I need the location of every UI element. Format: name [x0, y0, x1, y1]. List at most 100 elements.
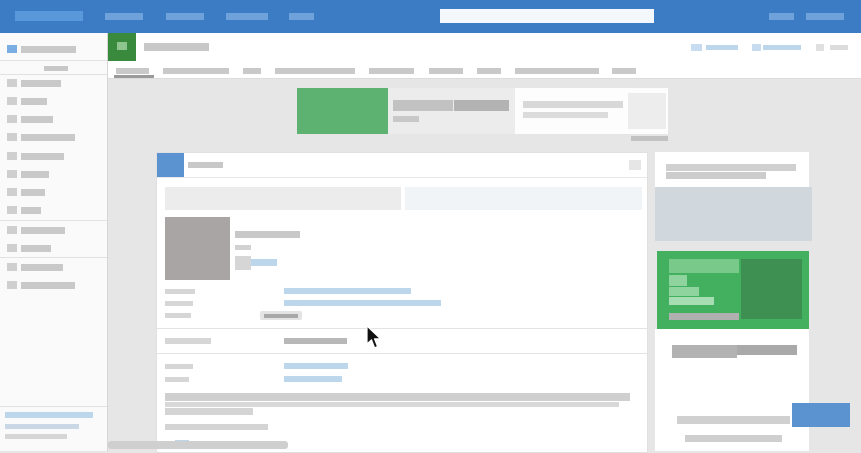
tab-2[interactable]: [163, 68, 229, 74]
more-link[interactable]: [830, 45, 848, 50]
tag-icon: [7, 206, 17, 214]
sidebar-divider: [0, 220, 107, 221]
list-icon: [7, 115, 17, 123]
sidebar-divider: [0, 60, 107, 61]
section-label: [165, 338, 211, 344]
tab-5[interactable]: [369, 68, 414, 74]
description-line: [165, 424, 268, 430]
nav-link-right-2[interactable]: [806, 13, 844, 20]
promo-graphic: [669, 287, 699, 296]
ad-banner-offer[interactable]: [515, 88, 668, 134]
widget-banner[interactable]: [655, 187, 812, 241]
nav-item-3[interactable]: [226, 13, 268, 20]
field-label: [165, 313, 191, 318]
sidebar-item-label: [21, 116, 53, 123]
sidebar-divider: [0, 74, 107, 75]
more-button-label: [264, 314, 298, 318]
promo-widget[interactable]: [657, 251, 809, 329]
folder-icon: [7, 79, 17, 87]
nav-item-1[interactable]: [105, 13, 143, 20]
card-divider: [157, 328, 647, 329]
sidebar-item-label: [21, 134, 75, 141]
field-value-link[interactable]: [284, 288, 411, 294]
promo-graphic: [669, 297, 714, 305]
ad-banner-text[interactable]: [388, 88, 515, 134]
profile-card: [156, 152, 648, 453]
chart-icon: [7, 170, 17, 178]
tab-1[interactable]: [116, 68, 149, 74]
ad-subtext: [393, 116, 419, 122]
tab-9[interactable]: [612, 68, 636, 74]
field-value-link[interactable]: [284, 363, 348, 369]
document-icon: [7, 133, 17, 141]
ad-headline: [454, 100, 509, 111]
company-link[interactable]: [251, 259, 277, 266]
card-divider: [157, 353, 647, 354]
bookmark-icon[interactable]: [691, 44, 702, 51]
ad-offer-line: [523, 112, 608, 118]
settings-icon: [7, 226, 17, 234]
tab-7[interactable]: [477, 68, 501, 74]
top-bar: [0, 0, 861, 33]
app-grid-icon[interactable]: [108, 33, 136, 61]
app-icon-glyph: [117, 42, 127, 50]
share-icon[interactable]: [752, 44, 761, 51]
message-icon: [7, 188, 17, 196]
help-icon: [7, 263, 17, 271]
promo-text: [669, 313, 739, 320]
sidebar-widget: [655, 152, 809, 187]
field-label: [165, 289, 195, 294]
sidebar-footer-link[interactable]: [5, 424, 79, 429]
section-value: [284, 338, 347, 344]
sidebar-item-label: [21, 264, 63, 271]
sidebar-section-heading: [44, 66, 68, 71]
nav-link-right-1[interactable]: [769, 13, 794, 20]
expand-icon[interactable]: [629, 160, 641, 170]
tab-6[interactable]: [429, 68, 463, 74]
more-icon[interactable]: [816, 44, 824, 51]
ad-banner-image[interactable]: [297, 88, 388, 134]
sidebar-item-label: [21, 207, 41, 214]
page-title: [144, 43, 209, 51]
profile-name: [235, 231, 300, 238]
sidebar: [0, 33, 108, 451]
sidebar-item-label: [21, 171, 49, 178]
widget-title: [666, 172, 766, 179]
ad-headline: [393, 100, 453, 111]
brand-logo[interactable]: [15, 11, 83, 21]
ad-offer-line: [523, 101, 623, 108]
sidebar-footer-text: [5, 434, 67, 439]
save-link[interactable]: [706, 45, 738, 50]
ad-label: [631, 136, 668, 141]
sidebar-item-label: [21, 227, 65, 234]
field-label: [165, 377, 189, 382]
card-tab-right[interactable]: [405, 187, 642, 210]
card-title: [188, 162, 223, 168]
widget-text: [685, 435, 782, 442]
people-icon: [7, 97, 17, 105]
sidebar-footer-link[interactable]: [5, 412, 93, 418]
sidebar-item-label: [21, 282, 75, 289]
card-tab-left[interactable]: [165, 187, 401, 210]
nav-item-2[interactable]: [166, 13, 204, 20]
promo-footer: [655, 329, 809, 371]
sidebar-divider: [0, 406, 107, 407]
horizontal-scrollbar[interactable]: [108, 441, 288, 449]
field-value-link[interactable]: [284, 376, 342, 382]
sidebar-item-label: [21, 189, 45, 196]
field-label: [165, 364, 193, 369]
chat-button[interactable]: [792, 403, 850, 427]
calendar-icon: [7, 152, 17, 160]
nav-item-4[interactable]: [289, 13, 314, 20]
info-icon: [7, 281, 17, 289]
sidebar-item-label: [21, 80, 61, 87]
share-link[interactable]: [763, 45, 801, 50]
page-header: [108, 33, 861, 79]
promo-cta-text: [737, 345, 797, 355]
tab-8[interactable]: [515, 68, 599, 74]
search-input[interactable]: [440, 9, 654, 23]
field-value-link[interactable]: [284, 300, 441, 306]
tab-3[interactable]: [243, 68, 261, 74]
tab-4[interactable]: [275, 68, 355, 74]
profile-photo: [165, 217, 230, 280]
